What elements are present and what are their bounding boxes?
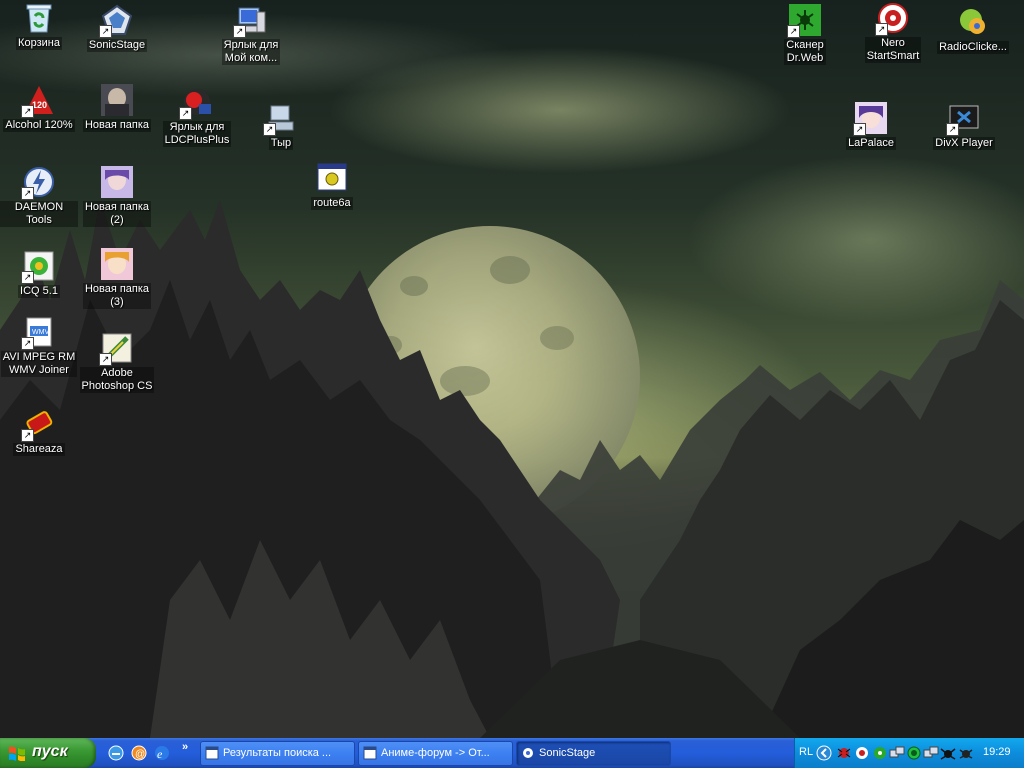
new-folder-icon (101, 84, 133, 116)
icq-icon: ↗ (21, 250, 55, 284)
desktop-icon-lapalace[interactable]: ↗ LaPalace (832, 102, 910, 150)
tyr-icon: ↗ (263, 102, 297, 136)
desktop-icon-route6a[interactable]: route6a (293, 162, 371, 210)
desktop-icon-recycle-bin[interactable]: Корзина (0, 2, 78, 50)
icon-label: DivX Player (933, 137, 995, 150)
icon-label: Корзина (16, 37, 62, 50)
nero-tray-icon[interactable] (854, 745, 870, 761)
radio-icon[interactable] (906, 745, 922, 761)
desktop-icon-my-computer-shortcut[interactable]: ↗ Ярлык для Мой ком... (212, 4, 290, 65)
icon-label: Сканер Dr.Web (784, 39, 826, 65)
avi-joiner-icon: WMV ↗ (21, 316, 55, 350)
clock: 19:29 (983, 746, 1011, 758)
my-computer-shortcut-icon: ↗ (233, 4, 267, 38)
divx-player-icon: ↗ (946, 102, 980, 136)
icon-label: RadioClicke... (937, 41, 1009, 54)
icon-label: Ярлык для Мой ком... (221, 39, 281, 65)
icon-label: Ярлык для LDCPlusPlus (162, 121, 232, 147)
icon-label: SonicStage (86, 39, 148, 52)
desktop-icon-radioclicker[interactable]: RadioClicke... (934, 6, 1012, 54)
desktop-icon-new-folder-3[interactable]: Новая папка (3) (78, 248, 156, 309)
svg-text:120: 120 (32, 100, 47, 110)
desktop-icon-tyr[interactable]: ↗ Тыр (242, 102, 320, 150)
icon-label: Новая папка (82, 119, 152, 132)
desktop-icon-drweb[interactable]: ↗ Сканер Dr.Web (766, 4, 844, 65)
icon-label: ICQ 5.1 (18, 285, 60, 298)
icon-label: Новая папка (2) (82, 201, 152, 227)
desktop-icon-shareaza[interactable]: ↗ Shareaza (0, 408, 78, 456)
taskbar: пуск @ e » Результаты поиска ... Аниме-ф… (0, 738, 1024, 768)
task-title: Результаты поиска ... (223, 747, 332, 759)
task-button-sonicstage[interactable]: SonicStage (516, 741, 671, 766)
daemon-tools-icon: ↗ (21, 166, 55, 200)
network-2-icon[interactable] (923, 745, 939, 761)
internet-explorer-icon[interactable]: e (154, 745, 170, 761)
start-label: пуск (32, 743, 68, 760)
desktop-icon-nero[interactable]: ↗ Nero StartSmart (854, 2, 932, 63)
desktop-icon-avi-joiner[interactable]: WMV ↗ AVI MPEG RM WMV Joiner (0, 316, 78, 377)
spider-icon[interactable] (940, 745, 956, 761)
route6a-icon (316, 162, 348, 194)
alcohol-icon: 120 ↗ (21, 84, 55, 118)
ldcplusplus-shortcut-icon: ↗ (179, 86, 213, 120)
sonicstage-small-icon (523, 748, 533, 758)
desktop-icon-divx[interactable]: ↗ DivX Player (925, 102, 1003, 150)
task-button-anime-forum[interactable]: Аниме-форум -> От... (358, 741, 513, 766)
mail-icon[interactable]: @ (131, 745, 147, 761)
svg-text:e: e (157, 747, 163, 761)
desktop-icon-daemon-tools[interactable]: ↗ DAEMON Tools (0, 166, 78, 227)
svg-text:@: @ (135, 749, 145, 760)
dr-web-spider-icon[interactable] (836, 745, 852, 761)
icon-label: Nero StartSmart (864, 37, 922, 63)
browser-window-icon (363, 746, 377, 760)
chevron-left-icon[interactable] (816, 745, 832, 761)
icon-label: LaPalace (846, 137, 896, 150)
start-button[interactable]: пуск (0, 738, 96, 768)
desktop-icon-sonicstage[interactable]: ↗ SonicStage (78, 4, 156, 52)
desktop-icon-alcohol[interactable]: 120 ↗ Alcohol 120% (0, 84, 78, 132)
shareaza-icon: ↗ (21, 408, 55, 442)
desktop-icon-icq[interactable]: ↗ ICQ 5.1 (0, 250, 78, 298)
drweb-scanner-icon: ↗ (787, 4, 821, 38)
new-folder-2-icon (101, 166, 133, 198)
icon-label: route6a (311, 197, 353, 210)
quick-launch-overflow[interactable]: » (182, 741, 188, 753)
task-title: SonicStage (539, 747, 596, 759)
nero-icon: ↗ (875, 2, 909, 36)
icon-label: Shareaza (13, 443, 65, 456)
recycle-bin-icon (23, 2, 55, 34)
icon-label: Тыр (268, 137, 294, 150)
antivirus-icon[interactable] (958, 745, 974, 761)
desktop-icon-photoshop[interactable]: ↗ Adobe Photoshop CS (78, 332, 156, 393)
new-folder-3-icon (101, 248, 133, 280)
photoshop-icon: ↗ (99, 332, 133, 366)
svg-text:WMV: WMV (32, 329, 49, 336)
browser-window-icon (205, 746, 219, 760)
windows-flag-icon (9, 746, 25, 761)
green-gear-icon[interactable] (872, 745, 888, 761)
desktop-icon-new-folder-2[interactable]: Новая папка (2) (78, 166, 156, 227)
icon-label: Alcohol 120% (3, 119, 75, 132)
icon-label: Новая папка (3) (82, 283, 152, 309)
task-title: Аниме-форум -> От... (381, 747, 490, 759)
language-indicator[interactable]: RL (799, 746, 813, 758)
radioclicker-icon (957, 6, 989, 38)
desktop-icon-new-folder[interactable]: Новая папка (78, 84, 156, 132)
show-desktop-icon[interactable] (108, 745, 124, 761)
desktop-icon-ldcplusplus-shortcut[interactable]: ↗ Ярлык для LDCPlusPlus (158, 86, 236, 147)
icon-label: AVI MPEG RM WMV Joiner (0, 351, 78, 377)
network-icon[interactable] (889, 745, 905, 761)
icon-label: Adobe Photoshop CS (79, 367, 155, 393)
lapalace-icon: ↗ (853, 102, 887, 136)
sonicstage-icon: ↗ (99, 4, 133, 38)
icon-label: DAEMON Tools (0, 201, 78, 227)
task-button-search-results[interactable]: Результаты поиска ... (200, 741, 355, 766)
